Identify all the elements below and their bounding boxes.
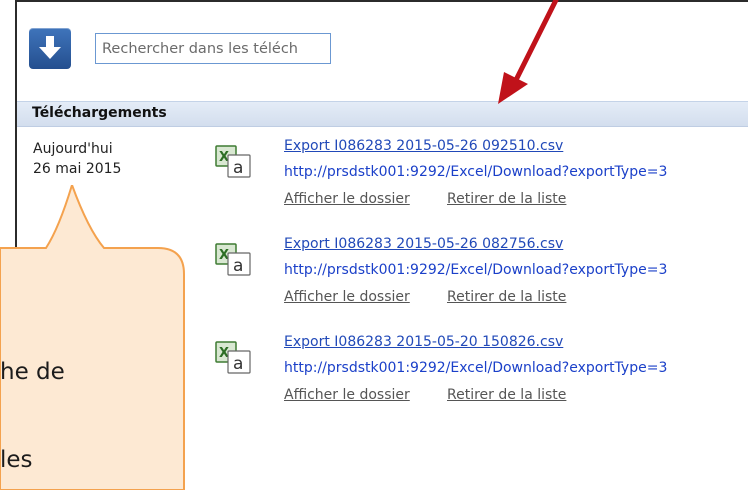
remove-from-list-link[interactable]: Retirer de la liste	[447, 191, 566, 207]
download-item: X a Export I086283 2015-05-26 082756.csv…	[214, 236, 734, 326]
show-folder-link[interactable]: Afficher le dossier	[284, 289, 410, 305]
download-arrow-icon	[39, 36, 61, 59]
download-item: X a Export I086283 2015-05-20 150826.csv…	[214, 334, 734, 424]
search-input[interactable]	[96, 34, 336, 63]
date-group-label: Aujourd'hui	[33, 141, 113, 157]
download-item: X a Export I086283 2015-05-26 092510.csv…	[214, 138, 734, 228]
file-source-url: http://prsdstk001:9292/Excel/Download?ex…	[284, 164, 668, 180]
show-folder-link[interactable]: Afficher le dossier	[284, 191, 410, 207]
download-button[interactable]	[29, 28, 71, 69]
section-title: Téléchargements	[32, 105, 167, 121]
date-group: Aujourd'hui 26 mai 2015	[33, 139, 121, 179]
excel-csv-file-icon: X a	[215, 243, 251, 276]
show-folder-link[interactable]: Afficher le dossier	[284, 387, 410, 403]
search-box[interactable]	[95, 33, 336, 64]
file-name-link[interactable]: Export I086283 2015-05-26 092510.csv	[284, 138, 563, 154]
downloads-window: Téléchargements Aujourd'hui 26 mai 2015 …	[15, 0, 748, 490]
file-name-link[interactable]: Export I086283 2015-05-26 082756.csv	[284, 236, 563, 252]
excel-csv-file-icon: X a	[215, 145, 251, 178]
svg-text:a: a	[233, 256, 243, 276]
remove-from-list-link[interactable]: Retirer de la liste	[447, 289, 566, 305]
file-source-url: http://prsdstk001:9292/Excel/Download?ex…	[284, 360, 668, 376]
excel-csv-file-icon: X a	[215, 341, 251, 374]
date-group-date: 26 mai 2015	[33, 161, 122, 177]
file-source-url: http://prsdstk001:9292/Excel/Download?ex…	[284, 262, 668, 278]
section-header: Téléchargements	[17, 101, 748, 127]
svg-text:a: a	[233, 158, 243, 178]
svg-text:a: a	[233, 354, 243, 374]
remove-from-list-link[interactable]: Retirer de la liste	[447, 387, 566, 403]
file-name-link[interactable]: Export I086283 2015-05-20 150826.csv	[284, 334, 563, 350]
red-arrow-annotation	[498, 0, 559, 104]
